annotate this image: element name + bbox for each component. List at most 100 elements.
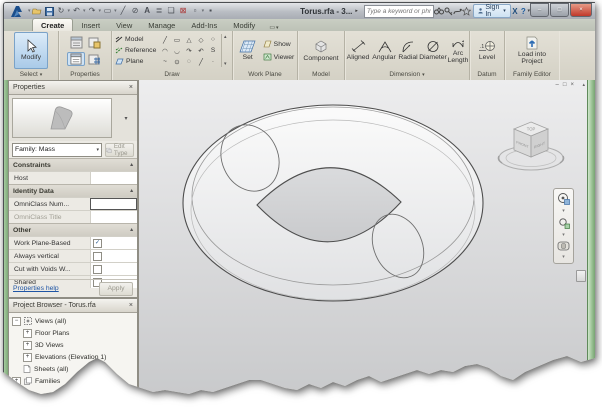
key-icon[interactable]	[444, 5, 453, 17]
view-cube[interactable]: TOP FRONT RIGHT	[496, 116, 566, 178]
properties-close-icon[interactable]: ×	[129, 84, 133, 91]
wheel-dropdown-arrow[interactable]: ▾	[562, 208, 565, 214]
dimension-group-label[interactable]: Dimension ▾	[345, 69, 469, 80]
full-navigation-wheel-icon[interactable]	[557, 192, 570, 206]
load-into-project-button[interactable]: Load into Project	[510, 36, 554, 65]
sync-icon[interactable]: ↻	[56, 6, 67, 17]
polygon-inscribed-tool[interactable]: △	[183, 34, 195, 45]
tab-manage[interactable]: Manage	[140, 19, 183, 31]
omniclass-number-input[interactable]	[90, 198, 137, 210]
family-types-icon[interactable]	[85, 36, 103, 49]
draw-reference-button[interactable]: Reference	[115, 45, 159, 56]
polygon-circumscribed-tool[interactable]: ◇	[195, 34, 207, 45]
help-search-input[interactable]	[364, 6, 434, 16]
zoom-icon[interactable]	[558, 217, 570, 230]
qat-collapse-icon[interactable]: ▪	[205, 6, 216, 17]
rectangle-tool[interactable]: ▭	[171, 34, 183, 45]
help-icon[interactable]: ?	[519, 5, 527, 17]
project-browser-header[interactable]: Project Browser - Torus.rfa ×	[9, 299, 137, 313]
measure-icon[interactable]: ▭	[102, 6, 113, 17]
revit-logo-icon[interactable]	[7, 4, 27, 18]
viewport-restore-icon[interactable]: □	[563, 82, 567, 88]
tag-icon[interactable]: ⊘	[130, 6, 141, 17]
family-category-icon[interactable]	[85, 53, 103, 66]
drawing-canvas[interactable]: – □ × ▴ TOP FRONT RIGHT ▾ ▾ ▾	[138, 80, 588, 394]
ellipse-tool[interactable]: ⊙	[171, 56, 183, 67]
expander-icon[interactable]: +	[23, 340, 32, 350]
family-type-selector[interactable]: Family: Mass ▾	[12, 142, 102, 157]
pan-wheel-icon[interactable]	[557, 241, 570, 251]
ribbon-state-toggle[interactable]: ▭ ▾	[269, 24, 278, 32]
redo-arrow[interactable]: ▾	[99, 8, 102, 14]
title-expand-arrow[interactable]: ▸	[355, 8, 358, 14]
tree-item-3d-views[interactable]: + 3D Views	[9, 339, 137, 351]
tab-modify[interactable]: Modify	[225, 19, 263, 31]
circle-tool[interactable]: ○	[207, 34, 219, 45]
pick-lines-tool[interactable]: ╱	[195, 56, 207, 67]
canvas-scrollbar-thumb[interactable]	[576, 270, 586, 282]
modify-line-icon[interactable]: ╱	[118, 6, 129, 17]
arc-fillet-tool[interactable]: ↶	[195, 45, 207, 56]
host-value[interactable]	[90, 172, 137, 184]
arc-tangent-tool[interactable]: ↷	[183, 45, 195, 56]
viewport-minimize-icon[interactable]: –	[556, 82, 559, 88]
close-button[interactable]: ×	[570, 3, 592, 17]
rotate-left-arrow[interactable]	[497, 155, 503, 164]
sign-in-button[interactable]: Sign In ▾	[473, 4, 511, 18]
tree-item-floor-plans[interactable]: + Floor Plans	[9, 327, 137, 339]
angular-dimension-button[interactable]: Angular	[372, 40, 396, 61]
properties-header[interactable]: Properties ×	[9, 81, 137, 95]
arc-start-end-tool[interactable]: ◠	[159, 45, 171, 56]
help-search-box[interactable]	[363, 4, 435, 18]
scroll-down-icon[interactable]: ▾	[224, 61, 227, 67]
rotate-right-arrow[interactable]	[559, 155, 565, 164]
sheet-list-icon[interactable]: ≣	[154, 6, 165, 17]
text-icon[interactable]: A	[142, 6, 153, 17]
set-work-plane-button[interactable]: Set	[236, 40, 260, 61]
always-vertical-checkbox[interactable]	[93, 251, 102, 261]
tree-item-sheets[interactable]: Sheets (all)	[9, 363, 137, 375]
edit-type-button[interactable]: Edit Type	[105, 142, 134, 157]
favorites-star-icon[interactable]	[462, 5, 472, 17]
modify-button[interactable]: Modify	[14, 32, 48, 69]
zoom-dropdown-arrow[interactable]: ▾	[562, 232, 565, 238]
properties-help-link[interactable]: Properties help	[13, 285, 59, 292]
restore-button[interactable]: □	[550, 3, 569, 17]
expander-icon[interactable]: +	[12, 376, 21, 386]
window-icon[interactable]: ❏	[166, 6, 177, 17]
project-browser-close-icon[interactable]: ×	[129, 302, 133, 309]
pan-dropdown-arrow[interactable]: ▾	[562, 254, 565, 260]
scroll-up-icon[interactable]: ▴	[224, 34, 227, 40]
section-identity-data[interactable]: Identity Data ▴	[9, 184, 137, 197]
section-collapse-icon[interactable]: ▴	[130, 188, 133, 194]
save-icon[interactable]	[44, 6, 55, 17]
close-hide-icon[interactable]: ⊠	[178, 6, 189, 17]
tab-create[interactable]: Create	[32, 18, 74, 31]
show-work-plane-button[interactable]: Show	[263, 39, 295, 50]
section-constraints[interactable]: Constraints ▴	[9, 158, 137, 171]
point-tool[interactable]: ·	[207, 56, 219, 67]
communication-icon[interactable]	[453, 5, 463, 17]
open-icon[interactable]	[32, 6, 43, 17]
radial-dimension-button[interactable]: Radial	[397, 40, 419, 61]
preview-expander-arrow[interactable]: ▾	[115, 95, 137, 141]
omniclass-title-value[interactable]	[90, 211, 137, 223]
section-collapse-icon[interactable]: ▴	[130, 162, 133, 168]
selector-dropdown-arrow[interactable]: ▾	[96, 147, 99, 153]
expander-icon[interactable]: +	[23, 352, 32, 362]
expander-icon[interactable]: −	[12, 316, 21, 326]
level-button[interactable]: .1 Level	[479, 40, 495, 61]
arc-length-dimension-button[interactable]: Arc Length	[447, 37, 469, 64]
draw-model-button[interactable]: Model	[115, 34, 159, 45]
partial-ellipse-tool[interactable]: ◌	[183, 56, 195, 67]
tab-view[interactable]: View	[108, 19, 140, 31]
properties-palette-icon[interactable]	[67, 36, 85, 49]
apply-button[interactable]: Apply	[99, 281, 133, 296]
work-plane-based-checkbox[interactable]: ✓	[93, 238, 102, 248]
spline-tool[interactable]: S	[207, 45, 219, 56]
tree-item-elevations[interactable]: + Elevations (Elevation 1)	[9, 351, 137, 363]
undo-icon[interactable]: ↶	[71, 6, 82, 17]
draw-plane-button[interactable]: Plane	[115, 56, 159, 67]
select-group-label[interactable]: Select ▾	[4, 69, 58, 80]
tab-insert[interactable]: Insert	[73, 19, 108, 31]
